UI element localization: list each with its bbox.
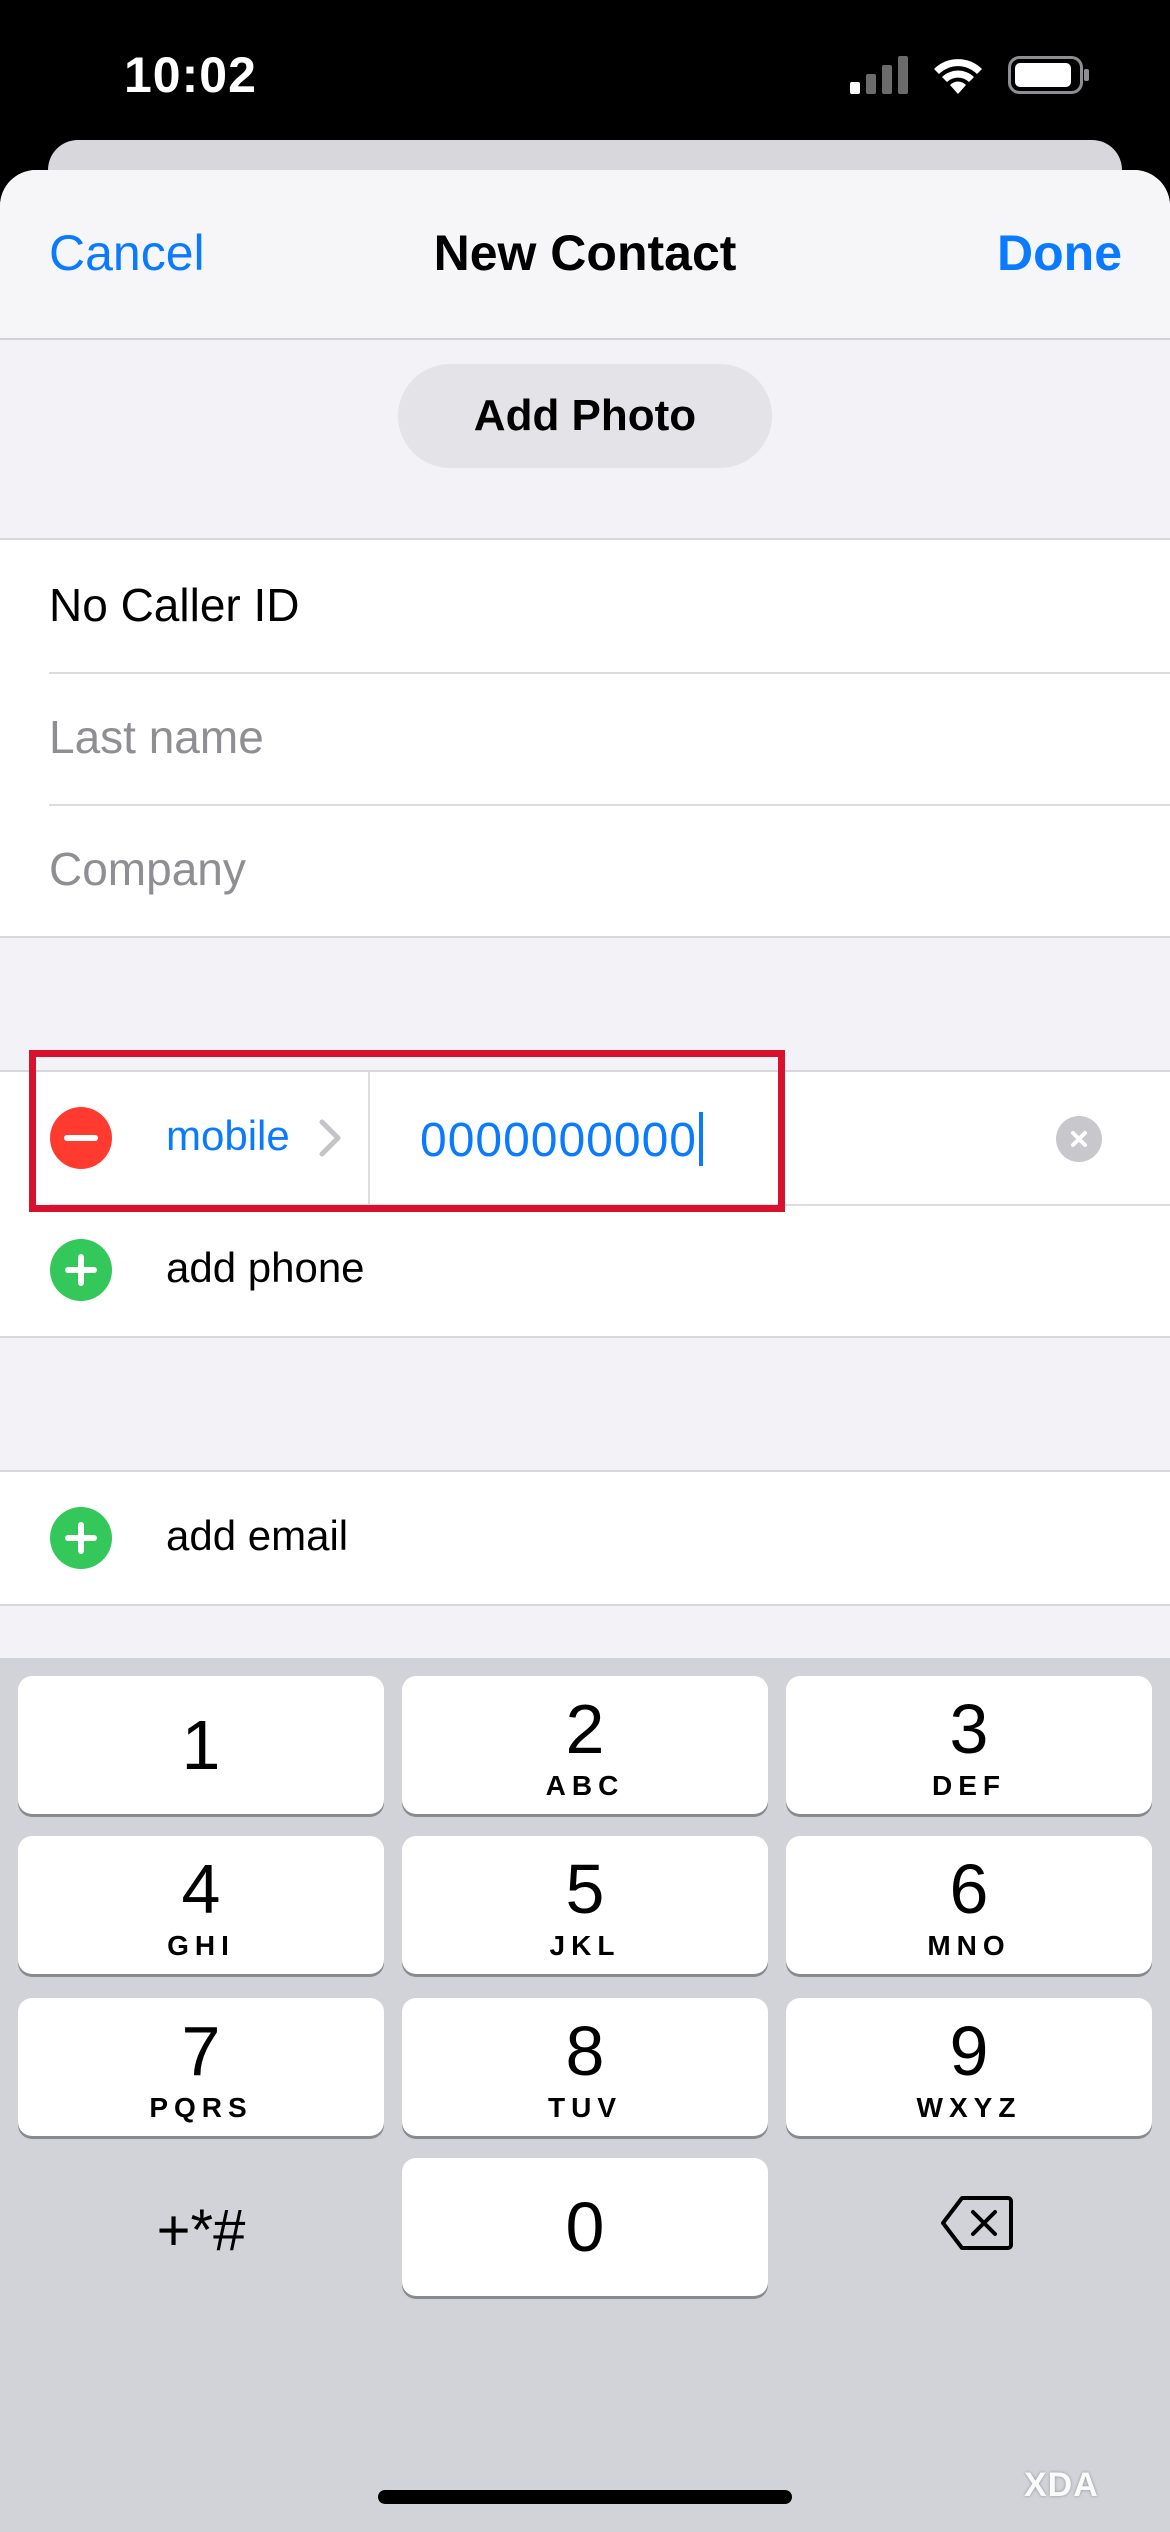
wifi-icon xyxy=(934,59,982,94)
key-number: 7 xyxy=(181,2012,221,2090)
cellular-signal-icon xyxy=(850,56,908,94)
name-fields-group: No Caller ID Last name Company xyxy=(0,538,1170,938)
key-4[interactable]: 4 GHI xyxy=(18,1836,384,1974)
company-row[interactable]: Company xyxy=(0,804,1170,936)
plus-icon xyxy=(65,1254,97,1286)
add-email-label[interactable]: add email xyxy=(166,1512,348,1560)
add-phone-row[interactable]: add phone xyxy=(0,1204,1170,1336)
status-time: 10:02 xyxy=(124,47,257,103)
done-button[interactable]: Done xyxy=(997,224,1122,282)
status-icons xyxy=(850,56,1090,94)
key-letters: ABC xyxy=(545,1770,625,1801)
delete-backspace-icon xyxy=(941,2196,1013,2250)
key-letters: GHI xyxy=(167,1930,235,1961)
key-number: 8 xyxy=(565,2012,605,2090)
key-3[interactable]: 3 DEF xyxy=(786,1676,1152,1814)
key-5[interactable]: 5 JKL xyxy=(402,1836,768,1974)
key-letters: DEF xyxy=(932,1770,1006,1801)
page-title: New Contact xyxy=(433,225,737,281)
key-2[interactable]: 2 ABC xyxy=(402,1676,768,1814)
key-number: 1 xyxy=(181,1706,221,1784)
company-field[interactable]: Company xyxy=(49,842,246,896)
key-6[interactable]: 6 MNO xyxy=(786,1836,1152,1974)
key-letters: MNO xyxy=(927,1930,1011,1961)
plus-icon xyxy=(65,1522,97,1554)
battery-icon xyxy=(1008,56,1089,94)
symbols-key[interactable]: +*# xyxy=(18,2197,384,2264)
key-7[interactable]: 7 PQRS xyxy=(18,1998,384,2136)
last-name-field[interactable]: Last name xyxy=(49,710,264,764)
status-bar: 10:02 xyxy=(0,0,1170,150)
add-email-row[interactable]: add email xyxy=(0,1472,1170,1604)
navigation-bar: Cancel New Contact Done xyxy=(0,170,1170,340)
first-name-row[interactable]: No Caller ID xyxy=(0,540,1170,672)
key-number: 0 xyxy=(565,2188,605,2266)
last-name-row[interactable]: Last name xyxy=(0,672,1170,804)
key-number: 9 xyxy=(949,2012,989,2090)
key-number: 3 xyxy=(949,1690,989,1768)
key-letters: PQRS xyxy=(149,2092,253,2123)
key-letters: JKL xyxy=(549,1930,621,1961)
key-number: 5 xyxy=(565,1850,605,1928)
home-indicator xyxy=(378,2490,792,2504)
key-number: 4 xyxy=(181,1850,221,1928)
key-number: 6 xyxy=(949,1850,989,1928)
clear-text-button[interactable] xyxy=(1056,1116,1102,1162)
key-letters: WXYZ xyxy=(916,2092,1022,2123)
xda-watermark: XDA xyxy=(1024,2466,1099,2504)
add-photo-button[interactable]: Add Photo xyxy=(398,364,772,468)
key-number: 2 xyxy=(565,1690,605,1768)
key-8[interactable]: 8 TUV xyxy=(402,1998,768,2136)
delete-key[interactable] xyxy=(940,2195,1014,2256)
add-phone-button[interactable] xyxy=(50,1239,112,1301)
first-name-field[interactable]: No Caller ID xyxy=(49,578,300,632)
key-1[interactable]: 1 xyxy=(18,1676,384,1814)
key-9[interactable]: 9 WXYZ xyxy=(786,1998,1152,2136)
key-0[interactable]: 0 xyxy=(402,2158,768,2296)
highlight-box xyxy=(29,1050,785,1212)
close-icon xyxy=(1071,1131,1087,1147)
add-phone-label[interactable]: add phone xyxy=(166,1244,365,1292)
email-group: add email xyxy=(0,1470,1170,1606)
key-letters: TUV xyxy=(548,2092,622,2123)
add-email-button[interactable] xyxy=(50,1507,112,1569)
